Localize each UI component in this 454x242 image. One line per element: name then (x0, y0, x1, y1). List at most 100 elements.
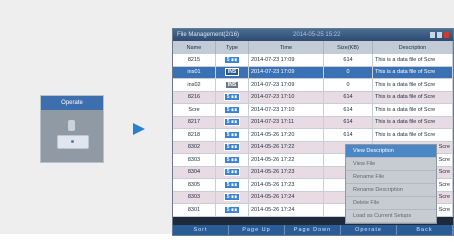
file-size: 0 (323, 78, 373, 92)
col-size[interactable]: Size(KB) (323, 41, 373, 54)
file-type: 5 ∎∎ (215, 91, 249, 104)
file-size: 614 (323, 116, 373, 129)
lock-icon (68, 120, 75, 131)
file-name: 8304 (173, 166, 216, 179)
table-row[interactable]: ins02 INS 2014-07-23 17:09 0 This is a data … (173, 78, 453, 92)
battery-icon (444, 32, 449, 38)
file-description: This is a data file of Scre (372, 91, 453, 104)
file-type: 5 ∎∎ (215, 166, 249, 179)
file-description: This is a data file of Scre (372, 128, 453, 142)
file-name: 8301 (173, 203, 216, 217)
title-bar: File Management(2/16) 2014-05-25 15:22 (173, 29, 453, 41)
screen-title: File Management(2/16) (177, 32, 240, 38)
file-name: 8215 (173, 54, 216, 67)
file-description: This is a data file of Scre (372, 103, 453, 117)
col-type[interactable]: Type (215, 41, 249, 54)
type-badge: 5 ∎∎ (223, 105, 241, 114)
back-button[interactable]: Back (397, 225, 453, 235)
file-name: 8216 (173, 91, 216, 104)
menu-delete-file[interactable]: Delete File (346, 197, 436, 210)
type-badge: 5 ∎∎ (223, 168, 241, 177)
file-size: 614 (323, 103, 373, 117)
canvas: Operate File Management(2/16) 2014-05-25… (0, 0, 454, 242)
menu-view-description[interactable]: View Description (346, 145, 436, 158)
file-name: 8303 (173, 153, 216, 167)
operate-button[interactable]: Operate (341, 225, 397, 235)
col-name[interactable]: Name (173, 41, 216, 54)
type-badge: 5 ∎∎ (223, 193, 241, 202)
status-icons (430, 32, 449, 38)
file-time: 2014-05-26 17:22 (248, 141, 324, 154)
operate-label: Operate (41, 96, 103, 110)
page-up-button[interactable]: Page Up (229, 225, 285, 235)
col-time[interactable]: Time (248, 41, 324, 54)
file-time: 2014-07-23 17:09 (248, 78, 324, 92)
operate-button-illustration: Operate (40, 95, 104, 163)
file-type: 5 ∎∎ (215, 153, 249, 167)
menu-load-as-current-setups[interactable]: Load as Current Setups (346, 210, 436, 223)
file-description: This is a data file of Scre (372, 54, 453, 67)
type-badge: INS (224, 80, 240, 89)
file-time: 2014-07-23 17:09 (248, 54, 324, 67)
context-menu: View Description View File Rename File R… (345, 144, 437, 224)
network-icon (430, 32, 435, 38)
table-row[interactable]: 8217 5 ∎∎ 2014-07-23 17:11 614 This is a dat… (173, 116, 453, 129)
file-name: 8217 (173, 116, 216, 129)
file-time: 2014-05-26 17:24 (248, 191, 324, 204)
storage-icon (437, 32, 442, 38)
file-size: 614 (323, 128, 373, 142)
type-badge: 5 ∎∎ (223, 55, 241, 64)
file-time: 2014-05-26 17:22 (248, 153, 324, 167)
file-name: ins02 (173, 78, 216, 92)
file-type: INS (215, 78, 249, 92)
type-badge: 5 ∎∎ (223, 155, 241, 164)
file-time: 2014-07-23 17:10 (248, 103, 324, 117)
file-type: 5 ∎∎ (215, 178, 249, 192)
file-type: 5 ∎∎ (215, 54, 249, 67)
table-row[interactable]: ins01 INS 2014-07-23 17:09 0 This is a data … (173, 66, 453, 79)
file-name: 8305 (173, 178, 216, 192)
file-name: 8303 (173, 191, 216, 204)
file-name: 8302 (173, 141, 216, 154)
file-type: 5 ∎∎ (215, 128, 249, 142)
file-description: This is a data file of Scre (372, 66, 453, 79)
file-description: This is a data file of Scre (372, 78, 453, 92)
col-description[interactable]: Description (372, 41, 453, 54)
file-type: 5 ∎∎ (215, 191, 249, 204)
sort-button[interactable]: Sort (173, 225, 229, 235)
device-screen: File Management(2/16) 2014-05-25 15:22 N… (172, 28, 454, 236)
file-time: 2014-05-26 17:20 (248, 128, 324, 142)
file-time: 2014-07-23 17:10 (248, 91, 324, 104)
arrow-right-icon (133, 123, 145, 135)
file-size: 0 (323, 66, 373, 79)
menu-view-file[interactable]: View File (346, 158, 436, 171)
file-type: 5 ∎∎ (215, 141, 249, 154)
menu-rename-file[interactable]: Rename File (346, 171, 436, 184)
file-name: 8218 (173, 128, 216, 142)
file-time: 2014-05-26 17:23 (248, 178, 324, 192)
type-badge: INS (224, 68, 240, 77)
file-size: 614 (323, 54, 373, 67)
menu-rename-description[interactable]: Rename Description (346, 184, 436, 197)
type-badge: 5 ∎∎ (223, 130, 241, 139)
file-name: ins01 (173, 66, 216, 79)
file-time: 2014-05-26 17:24 (248, 203, 324, 217)
datetime: 2014-05-25 15:22 (293, 32, 341, 38)
page-down-button[interactable]: Page Down (285, 225, 341, 235)
table-row[interactable]: 8216 5 ∎∎ 2014-07-23 17:10 614 This is a dat… (173, 91, 453, 104)
type-badge: 5 ∎∎ (223, 143, 241, 152)
type-badge: 5 ∎∎ (223, 118, 241, 127)
file-time: 2014-07-23 17:11 (248, 116, 324, 129)
file-type: 5 ∎∎ (215, 103, 249, 117)
file-time: 2014-07-23 17:09 (248, 66, 324, 79)
key-icon (57, 135, 89, 149)
table-row[interactable]: 8215 5 ∎∎ 2014-07-23 17:09 614 This is a dat… (173, 54, 453, 67)
file-type: 5 ∎∎ (215, 116, 249, 129)
file-type: 5 ∎∎ (215, 203, 249, 217)
table-row[interactable]: Scre 5 ∎∎ 2014-07-23 17:10 614 This is a dat… (173, 103, 453, 117)
bottom-bar: Sort Page Up Page Down Operate Back (173, 225, 453, 235)
table-row[interactable]: 8218 5 ∎∎ 2014-05-26 17:20 614 This is a dat… (173, 128, 453, 142)
file-time: 2014-05-26 17:23 (248, 166, 324, 179)
type-badge: 5 ∎∎ (223, 205, 241, 214)
file-type: INS (215, 66, 249, 79)
